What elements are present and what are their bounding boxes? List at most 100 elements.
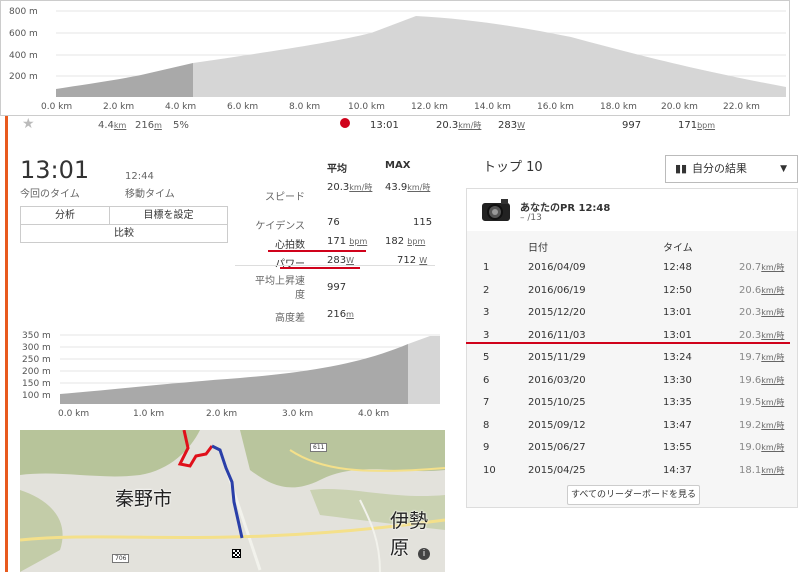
rank-cell: 9	[483, 442, 490, 453]
x-tick: 0.0 km	[41, 102, 72, 112]
time-cell: 13:01	[663, 329, 692, 341]
elevation-profile-top[interactable]: 800 m 600 m 400 m 200 m 0.0 km 2.0 km 4.…	[0, 0, 790, 116]
col-max: MAX	[385, 160, 411, 171]
view-all-leaderboards-button[interactable]: すべてのリーダーボードを見る	[567, 485, 700, 505]
y-tick: 200 m	[22, 367, 51, 377]
map-city-label: 秦野市	[115, 488, 173, 510]
y-tick: 400 m	[9, 51, 38, 61]
table-row[interactable]: 5 2015/11/29 13:24 19.7km/時	[467, 347, 797, 369]
info-icon[interactable]: i	[418, 548, 430, 560]
accent-bar	[5, 116, 8, 572]
speed-cell: 19.6km/時	[739, 374, 785, 386]
moving-time: 12:44	[125, 171, 154, 182]
route-map[interactable]: 秦野市 伊勢原 611 706	[20, 430, 445, 572]
segment-time: 13:01	[370, 120, 399, 131]
table-row[interactable]: 1 2016/04/09 12:48 20.7km/時	[467, 257, 797, 279]
y-tick: 600 m	[9, 29, 38, 39]
compare-button[interactable]: 比較	[20, 224, 228, 243]
date-cell: 2015/04/25	[528, 464, 586, 476]
date-cell: 2015/11/29	[528, 352, 586, 363]
x-tick: 3.0 km	[282, 409, 313, 419]
date-cell: 2015/06/27	[528, 442, 586, 453]
stat-elev-diff: 216m	[327, 309, 354, 320]
elevation-chart-segment: 350 m 300 m 250 m 200 m 150 m 100 m 0.0 …	[22, 331, 440, 419]
highlight-underline	[280, 267, 360, 269]
stat-avg-vam: 997	[327, 282, 347, 293]
highlight-underline	[466, 342, 790, 344]
date-cell: 2016/11/03	[528, 329, 586, 341]
x-tick: 22.0 km	[723, 102, 760, 112]
x-tick: 16.0 km	[537, 102, 574, 112]
camera-icon	[482, 199, 510, 221]
elevation-chart-top: 800 m 600 m 400 m 200 m 0.0 km 2.0 km 4.…	[9, 7, 786, 112]
stat-label-vam: 平均上昇速度	[255, 276, 305, 301]
results-filter-dropdown[interactable]: ▮▮ 自分の結果 ▼	[665, 155, 798, 183]
post-segment-area	[408, 336, 440, 404]
time-cell: 13:35	[663, 397, 692, 408]
speed-cell: 19.2km/時	[739, 419, 785, 431]
rank-cell: 3	[483, 307, 490, 318]
speed-cell: 20.6km/時	[739, 284, 785, 296]
time-cell: 13:24	[663, 352, 692, 363]
time-cell: 13:01	[663, 307, 692, 318]
x-tick: 4.0 km	[358, 409, 389, 419]
x-tick: 10.0 km	[348, 102, 385, 112]
rank-cell: 7	[483, 397, 490, 408]
table-row[interactable]: 6 2016/03/20 13:30 19.6km/時	[467, 370, 797, 392]
pr-label: あなたのPR 12:48	[520, 203, 611, 214]
rank-cell: 3	[483, 329, 490, 341]
top10-title: トップ 10	[483, 160, 543, 175]
x-tick: 6.0 km	[227, 102, 258, 112]
table-row[interactable]: 2 2016/06/19 12:50 20.6km/時	[467, 280, 797, 302]
set-goal-button[interactable]: 目標を設定	[109, 206, 228, 225]
leaderboard: あなたのPR 12:48 – /13 日付 タイム 1 2016/04/09 12:…	[466, 188, 798, 508]
pr-rank: – /13	[520, 213, 542, 223]
date-cell: 2016/06/19	[528, 284, 586, 296]
speed-cell: 20.3km/時	[739, 329, 785, 341]
x-tick: 2.0 km	[206, 409, 237, 419]
divider	[235, 265, 435, 266]
results-filter-label: 自分の結果	[692, 162, 747, 175]
segment-row[interactable]: ★ 4.4km 216m 5% 13:01 20.3km/時 283W 997 …	[20, 116, 800, 136]
stat-label-heart-rate: 心拍数	[275, 240, 305, 251]
table-row[interactable]: 7 2015/10/25 13:35 19.5km/時	[467, 392, 797, 414]
col-average: 平均	[327, 164, 347, 175]
x-tick: 14.0 km	[474, 102, 511, 112]
rank-cell: 6	[483, 374, 490, 386]
rank-cell: 10	[483, 464, 496, 476]
y-tick: 100 m	[22, 391, 51, 401]
analysis-button[interactable]: 分析	[20, 206, 110, 225]
x-tick: 12.0 km	[411, 102, 448, 112]
elevation-profile-segment[interactable]: 350 m 300 m 250 m 200 m 150 m 100 m 0.0 …	[20, 326, 445, 420]
segment-elevation: 216m	[135, 120, 162, 131]
speed-cell: 19.0km/時	[739, 442, 785, 453]
table-row[interactable]: 9 2015/06/27 13:55 19.0km/時	[467, 437, 797, 459]
x-tick: 2.0 km	[103, 102, 134, 112]
table-row[interactable]: 8 2015/09/12 13:47 19.2km/時	[467, 415, 797, 437]
table-row[interactable]: 3 2015/12/20 13:01 20.3km/時	[467, 302, 797, 324]
time-cell: 13:55	[663, 442, 692, 453]
speed-cell: 19.7km/時	[739, 352, 785, 363]
rank-cell: 8	[483, 419, 490, 431]
time-cell: 14:37	[663, 464, 692, 476]
stat-avg-speed: 20.3km/時	[327, 182, 373, 193]
stat-max-heart-rate: 182 bpm	[385, 236, 426, 247]
date-cell: 2015/12/20	[528, 307, 586, 318]
col-time: タイム	[663, 243, 693, 254]
segment-speed: 20.3km/時	[436, 120, 482, 131]
table-row[interactable]: 10 2015/04/25 14:37 18.1km/時	[467, 460, 797, 482]
finish-flag-icon	[232, 549, 241, 558]
speed-cell: 20.3km/時	[739, 307, 785, 318]
stat-max-cadence: 115	[413, 217, 433, 228]
star-icon[interactable]: ★	[22, 116, 35, 132]
bar-chart-icon: ▮▮	[675, 162, 688, 175]
stat-label-speed: スピード	[265, 192, 305, 203]
y-tick: 350 m	[22, 331, 51, 341]
elevation-area	[193, 16, 786, 97]
y-tick: 150 m	[22, 379, 51, 389]
time-cell: 13:30	[663, 374, 692, 386]
y-tick: 250 m	[22, 355, 51, 365]
rank-cell: 2	[483, 284, 490, 296]
rank-cell: 5	[483, 352, 490, 363]
chevron-down-icon: ▼	[780, 164, 787, 174]
